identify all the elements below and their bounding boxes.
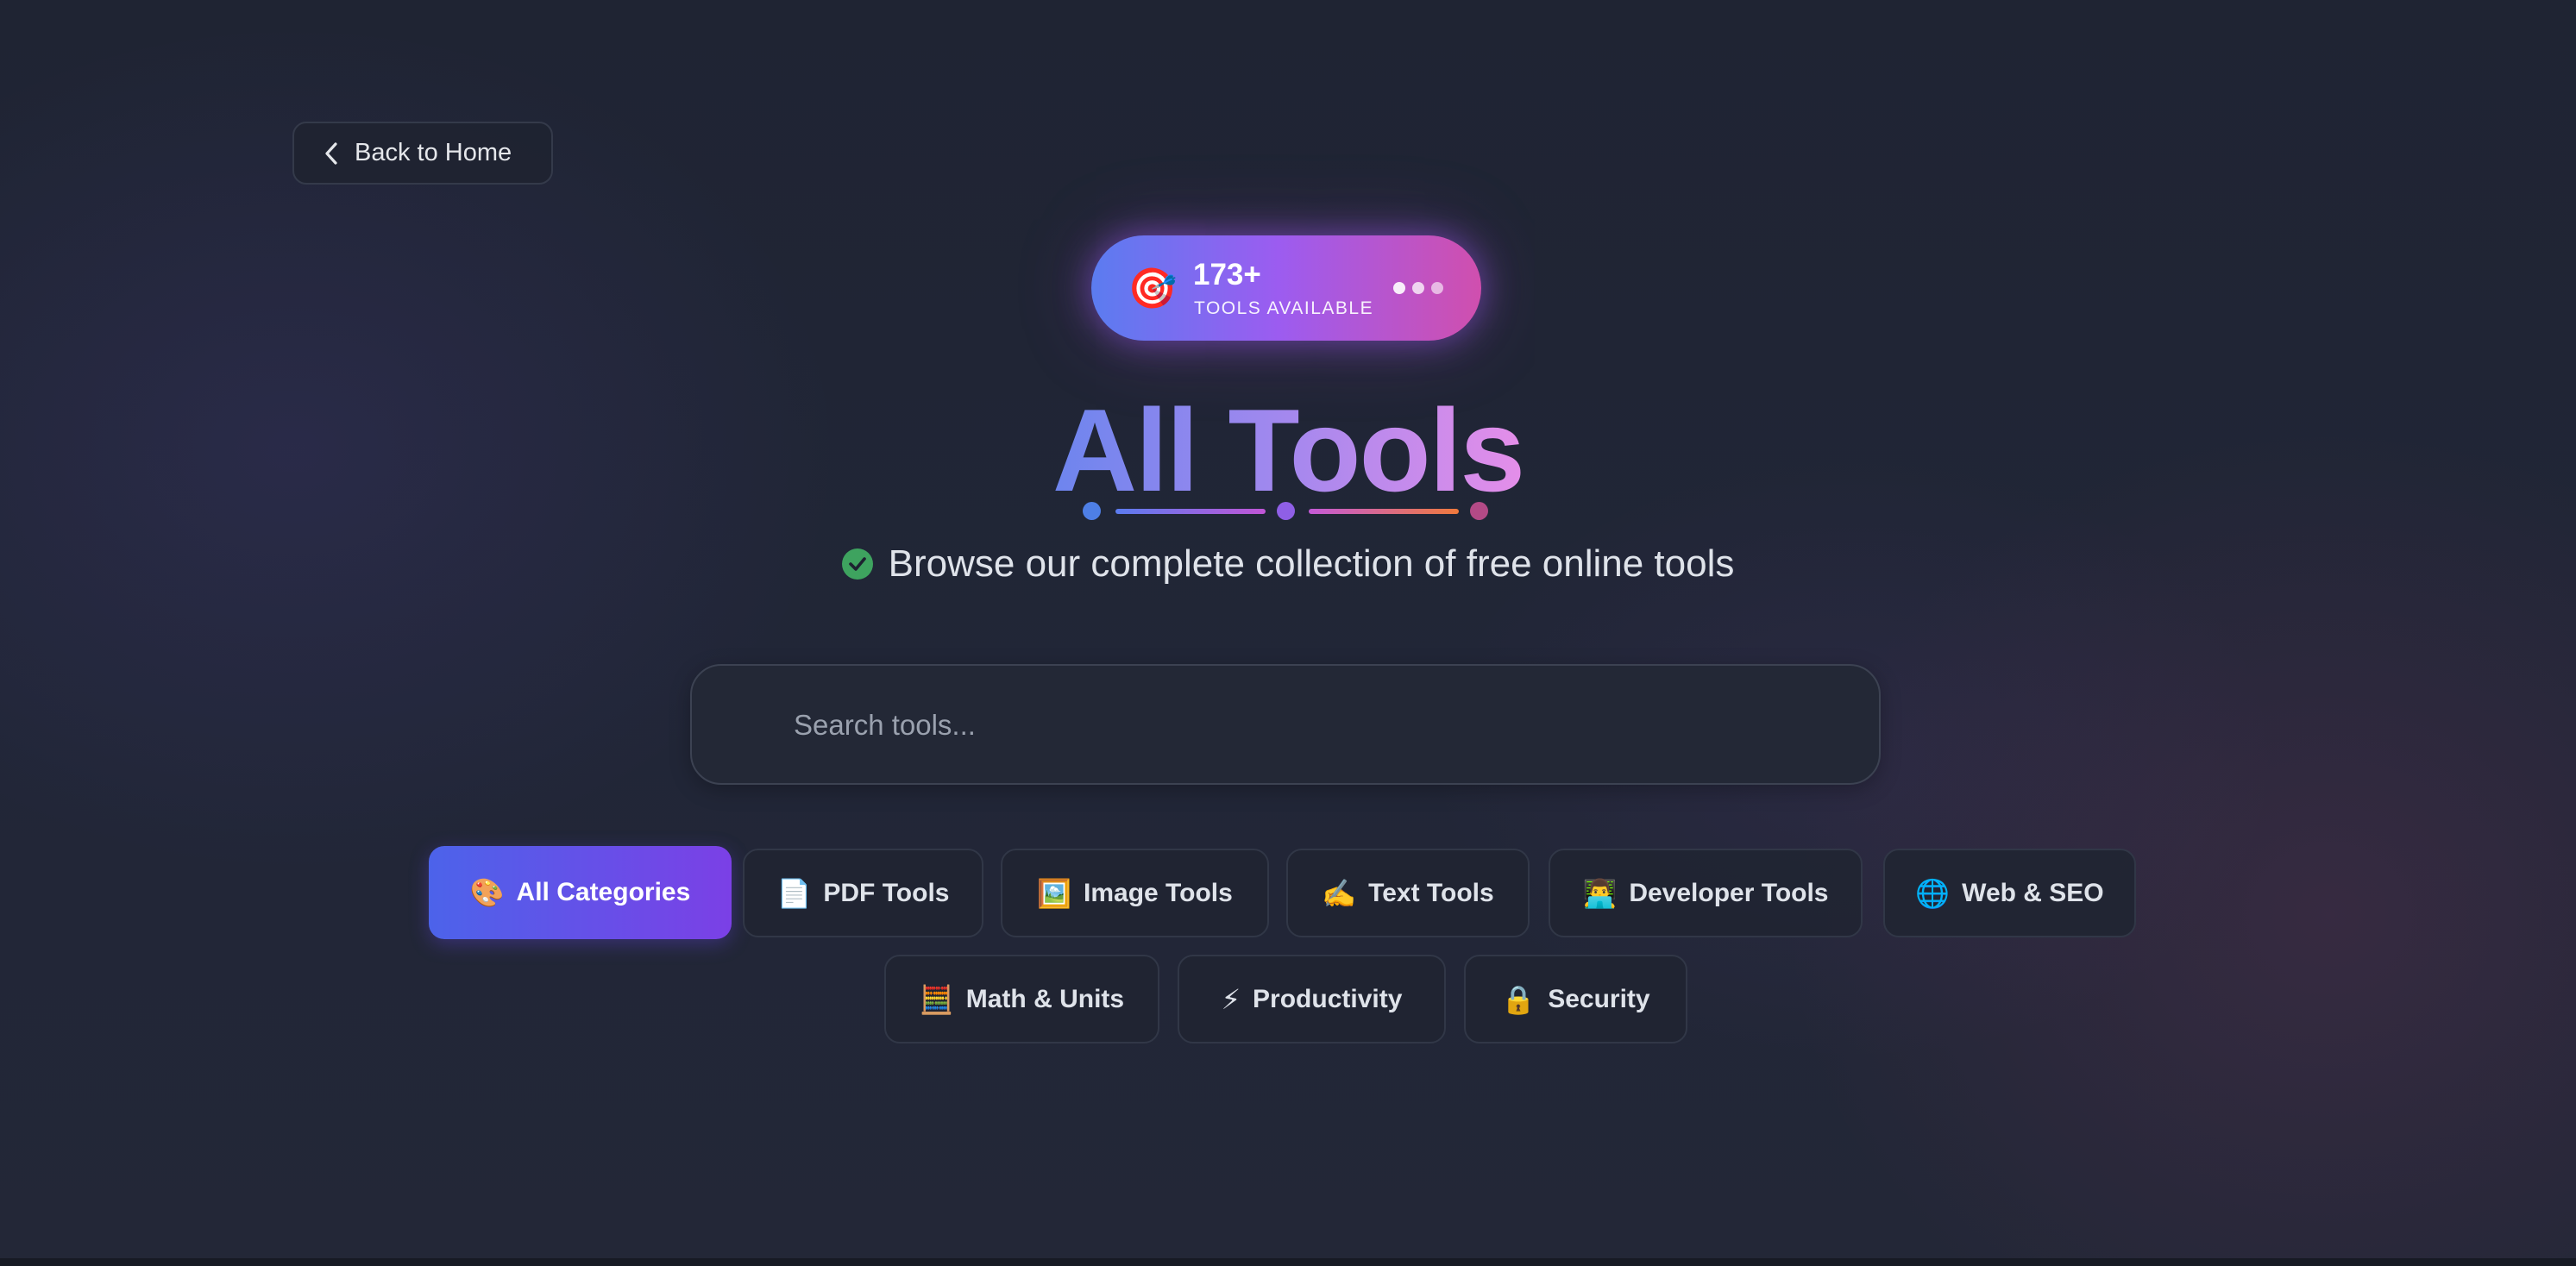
chevron-left-icon — [324, 141, 339, 166]
category-label: All Categories — [516, 878, 691, 906]
developer-icon: 👨‍💻 — [1582, 877, 1618, 909]
title-underline-decoration — [1083, 502, 1493, 521]
category-label: Web & SEO — [1962, 878, 2104, 907]
palette-icon: 🎨 — [469, 877, 505, 908]
category-productivity[interactable]: ⚡ Productivity — [1178, 955, 1446, 1044]
back-to-home-label: Back to Home — [355, 139, 512, 166]
category-math-units[interactable]: 🧮 Math & Units — [884, 955, 1159, 1044]
abacus-icon: 🧮 — [919, 983, 954, 1015]
globe-icon: 🌐 — [1915, 877, 1951, 909]
category-label: PDF Tools — [823, 878, 950, 907]
category-web-seo[interactable]: 🌐 Web & SEO — [1883, 849, 2136, 937]
lock-icon: 🔒 — [1501, 983, 1536, 1015]
tools-count: 173+ — [1193, 258, 1261, 291]
picture-icon: 🖼️ — [1037, 877, 1072, 909]
category-text-tools[interactable]: ✍️ Text Tools — [1286, 849, 1530, 937]
category-label: Developer Tools — [1629, 878, 1829, 907]
category-label: Image Tools — [1084, 878, 1233, 907]
bottom-edge — [0, 1258, 2576, 1266]
category-image-tools[interactable]: 🖼️ Image Tools — [1001, 849, 1269, 937]
category-label: Math & Units — [965, 984, 1125, 1013]
category-security[interactable]: 🔒 Security — [1464, 955, 1687, 1044]
page-title: All Tools — [1052, 385, 1525, 516]
lightning-icon: ⚡ — [1221, 983, 1241, 1015]
category-pdf-tools[interactable]: 📄 PDF Tools — [743, 849, 983, 937]
tools-count-badge: 🎯 173+ TOOLS AVAILABLE — [1091, 235, 1481, 341]
dots-icon — [1393, 282, 1443, 294]
category-label: Productivity — [1253, 984, 1403, 1013]
search-bar — [690, 664, 1881, 785]
check-circle-icon — [841, 548, 873, 580]
target-icon: 🎯 — [1128, 266, 1178, 310]
search-input[interactable] — [792, 666, 1831, 785]
category-label: Security — [1548, 984, 1650, 1013]
category-developer-tools[interactable]: 👨‍💻 Developer Tools — [1549, 849, 1863, 937]
tools-available-label: TOOLS AVAILABLE — [1194, 298, 1374, 318]
subtitle-text: Browse our complete collection of free o… — [888, 542, 1735, 585]
writing-hand-icon: ✍️ — [1322, 877, 1357, 909]
document-icon: 📄 — [776, 877, 812, 909]
page-subtitle: Browse our complete collection of free o… — [0, 540, 2576, 588]
category-label: Text Tools — [1368, 878, 1494, 907]
back-to-home-button[interactable]: Back to Home — [292, 122, 553, 185]
category-all-categories[interactable]: 🎨 All Categories — [429, 846, 732, 939]
